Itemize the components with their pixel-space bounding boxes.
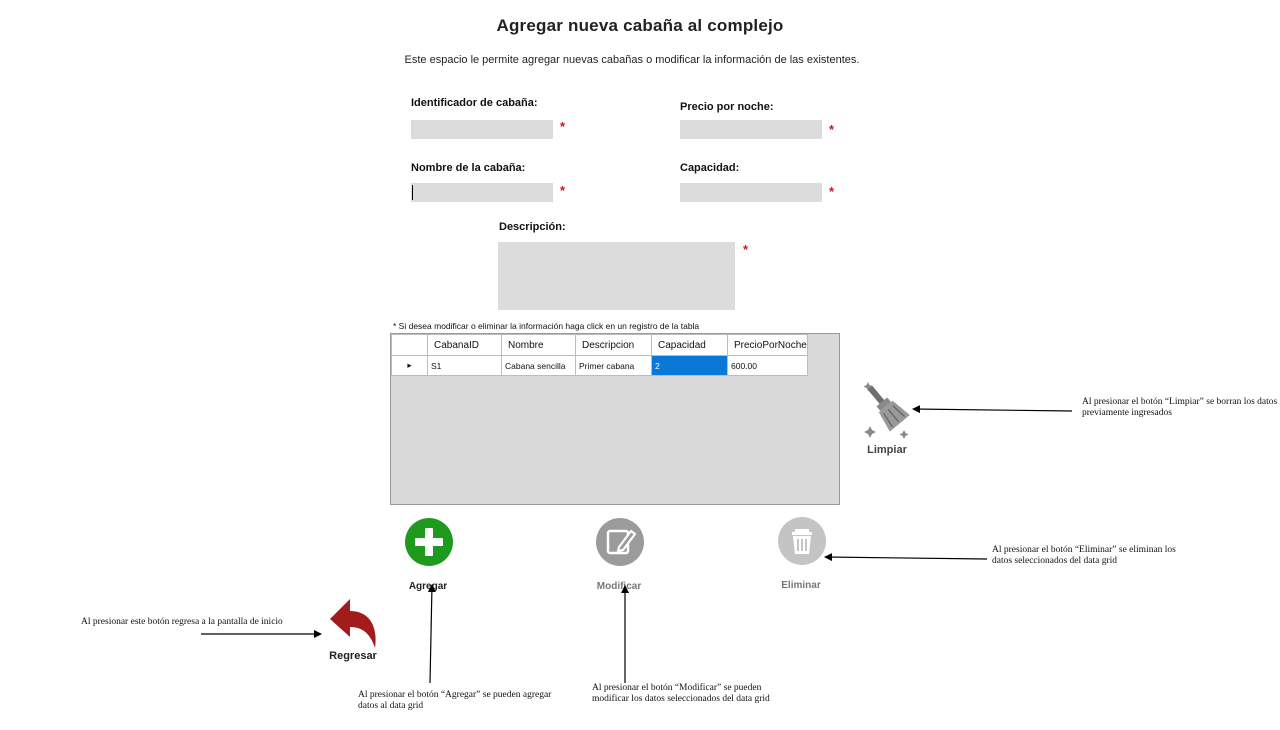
modify-annotation: Al presionar el botón “Modificar” se pue… [592,683,770,704]
add-annotation: Al presionar el botón “Agregar” se puede… [358,690,552,711]
back-annotation: Al presionar este botón regresa a la pan… [81,617,283,627]
delete-annotation: Al presionar el botón “Eliminar” se elim… [992,545,1176,566]
delete-annotation-arrow [824,553,988,562]
clear-annotation: Al presionar el botón “Limpiar” se borra… [1082,397,1278,418]
clear-annotation-arrow [912,405,1073,414]
add-annotation-arrow [427,584,436,684]
